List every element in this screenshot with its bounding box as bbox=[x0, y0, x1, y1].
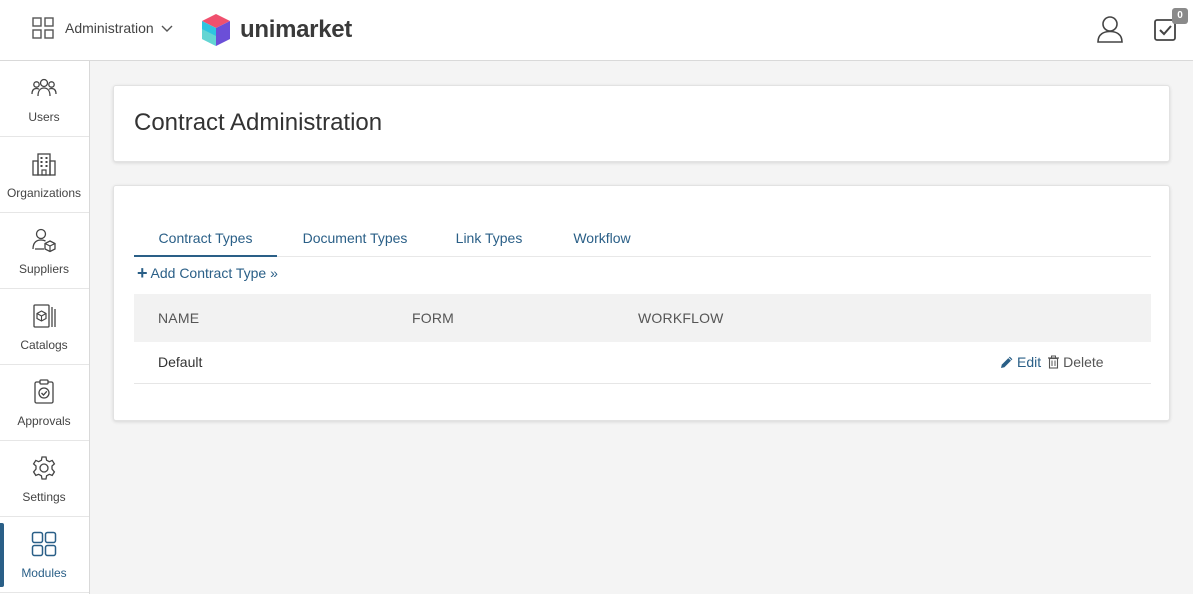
add-contract-type-link[interactable]: + Add Contract Type » bbox=[137, 263, 278, 283]
catalog-icon bbox=[33, 304, 56, 328]
sidebar-item-label: Suppliers bbox=[18, 262, 70, 276]
tab-link-types[interactable]: Link Types bbox=[450, 222, 528, 257]
supplier-icon bbox=[32, 228, 56, 253]
tasks-button[interactable]: 0 bbox=[1152, 8, 1188, 46]
sidebar: Users Organizations Suppliers Catalogs A… bbox=[0, 61, 90, 594]
page-header-card: Contract Administration bbox=[113, 85, 1170, 162]
approval-icon bbox=[34, 379, 54, 404]
app-switcher[interactable]: Administration bbox=[32, 17, 174, 39]
building-icon bbox=[32, 153, 56, 176]
sidebar-item-label: Settings bbox=[22, 490, 66, 504]
row-actions: Edit Delete bbox=[1000, 354, 1104, 370]
pencil-icon bbox=[1001, 356, 1013, 368]
chevron-down-icon bbox=[161, 25, 173, 32]
cell-name: Default bbox=[158, 354, 203, 370]
tab-contract-types[interactable]: Contract Types bbox=[134, 222, 277, 257]
sidebar-item-label: Approvals bbox=[17, 414, 71, 428]
unimarket-logo-icon bbox=[202, 14, 230, 46]
sidebar-item-approvals[interactable]: Approvals bbox=[0, 365, 89, 441]
table-row: Default Edit Delete bbox=[134, 342, 1151, 384]
sidebar-item-modules[interactable]: Modules bbox=[0, 517, 89, 593]
sidebar-item-catalogs[interactable]: Catalogs bbox=[0, 289, 89, 365]
delete-button[interactable]: Delete bbox=[1047, 354, 1104, 370]
tab-workflow[interactable]: Workflow bbox=[566, 222, 638, 257]
users-icon bbox=[31, 78, 57, 97]
brand-name: unimarket bbox=[240, 16, 353, 43]
edit-label: Edit bbox=[1017, 354, 1042, 370]
top-bar: Administration unimarket 0 bbox=[0, 0, 1193, 61]
trash-icon bbox=[1048, 355, 1060, 369]
column-header-workflow: WORKFLOW bbox=[638, 310, 724, 326]
gear-icon bbox=[32, 456, 56, 480]
sidebar-item-suppliers[interactable]: Suppliers bbox=[0, 213, 89, 289]
user-icon bbox=[1097, 16, 1123, 43]
tab-bar: Contract Types Document Types Link Types… bbox=[134, 222, 1151, 257]
app-switcher-label: Administration bbox=[65, 20, 154, 36]
contract-types-table: NAME FORM WORKFLOW Default Edit Delete bbox=[134, 294, 1151, 384]
contract-admin-card: Contract Types Document Types Link Types… bbox=[113, 185, 1170, 421]
sidebar-item-label: Users bbox=[28, 110, 60, 124]
sidebar-item-label: Catalogs bbox=[20, 338, 68, 352]
sidebar-item-label: Organizations bbox=[6, 186, 82, 200]
edit-button[interactable]: Edit bbox=[1000, 354, 1041, 370]
page-title: Contract Administration bbox=[134, 109, 383, 136]
grid-icon bbox=[32, 17, 54, 39]
delete-label: Delete bbox=[1063, 354, 1104, 370]
column-header-name: NAME bbox=[158, 310, 200, 326]
column-header-form: FORM bbox=[412, 310, 455, 326]
tab-document-types[interactable]: Document Types bbox=[294, 222, 416, 257]
sidebar-item-label: Modules bbox=[21, 566, 67, 580]
sidebar-item-settings[interactable]: Settings bbox=[0, 441, 89, 517]
user-profile-button[interactable] bbox=[1095, 14, 1125, 44]
sidebar-item-users[interactable]: Users bbox=[0, 61, 89, 137]
tasks-count-badge: 0 bbox=[1172, 8, 1188, 24]
brand-logo[interactable]: unimarket bbox=[200, 13, 352, 47]
add-contract-type-label: Add Contract Type » bbox=[150, 265, 278, 281]
sidebar-item-organizations[interactable]: Organizations bbox=[0, 137, 89, 213]
table-header: NAME FORM WORKFLOW bbox=[134, 294, 1151, 342]
modules-grid-icon bbox=[31, 531, 57, 557]
plus-icon: + bbox=[137, 263, 148, 283]
